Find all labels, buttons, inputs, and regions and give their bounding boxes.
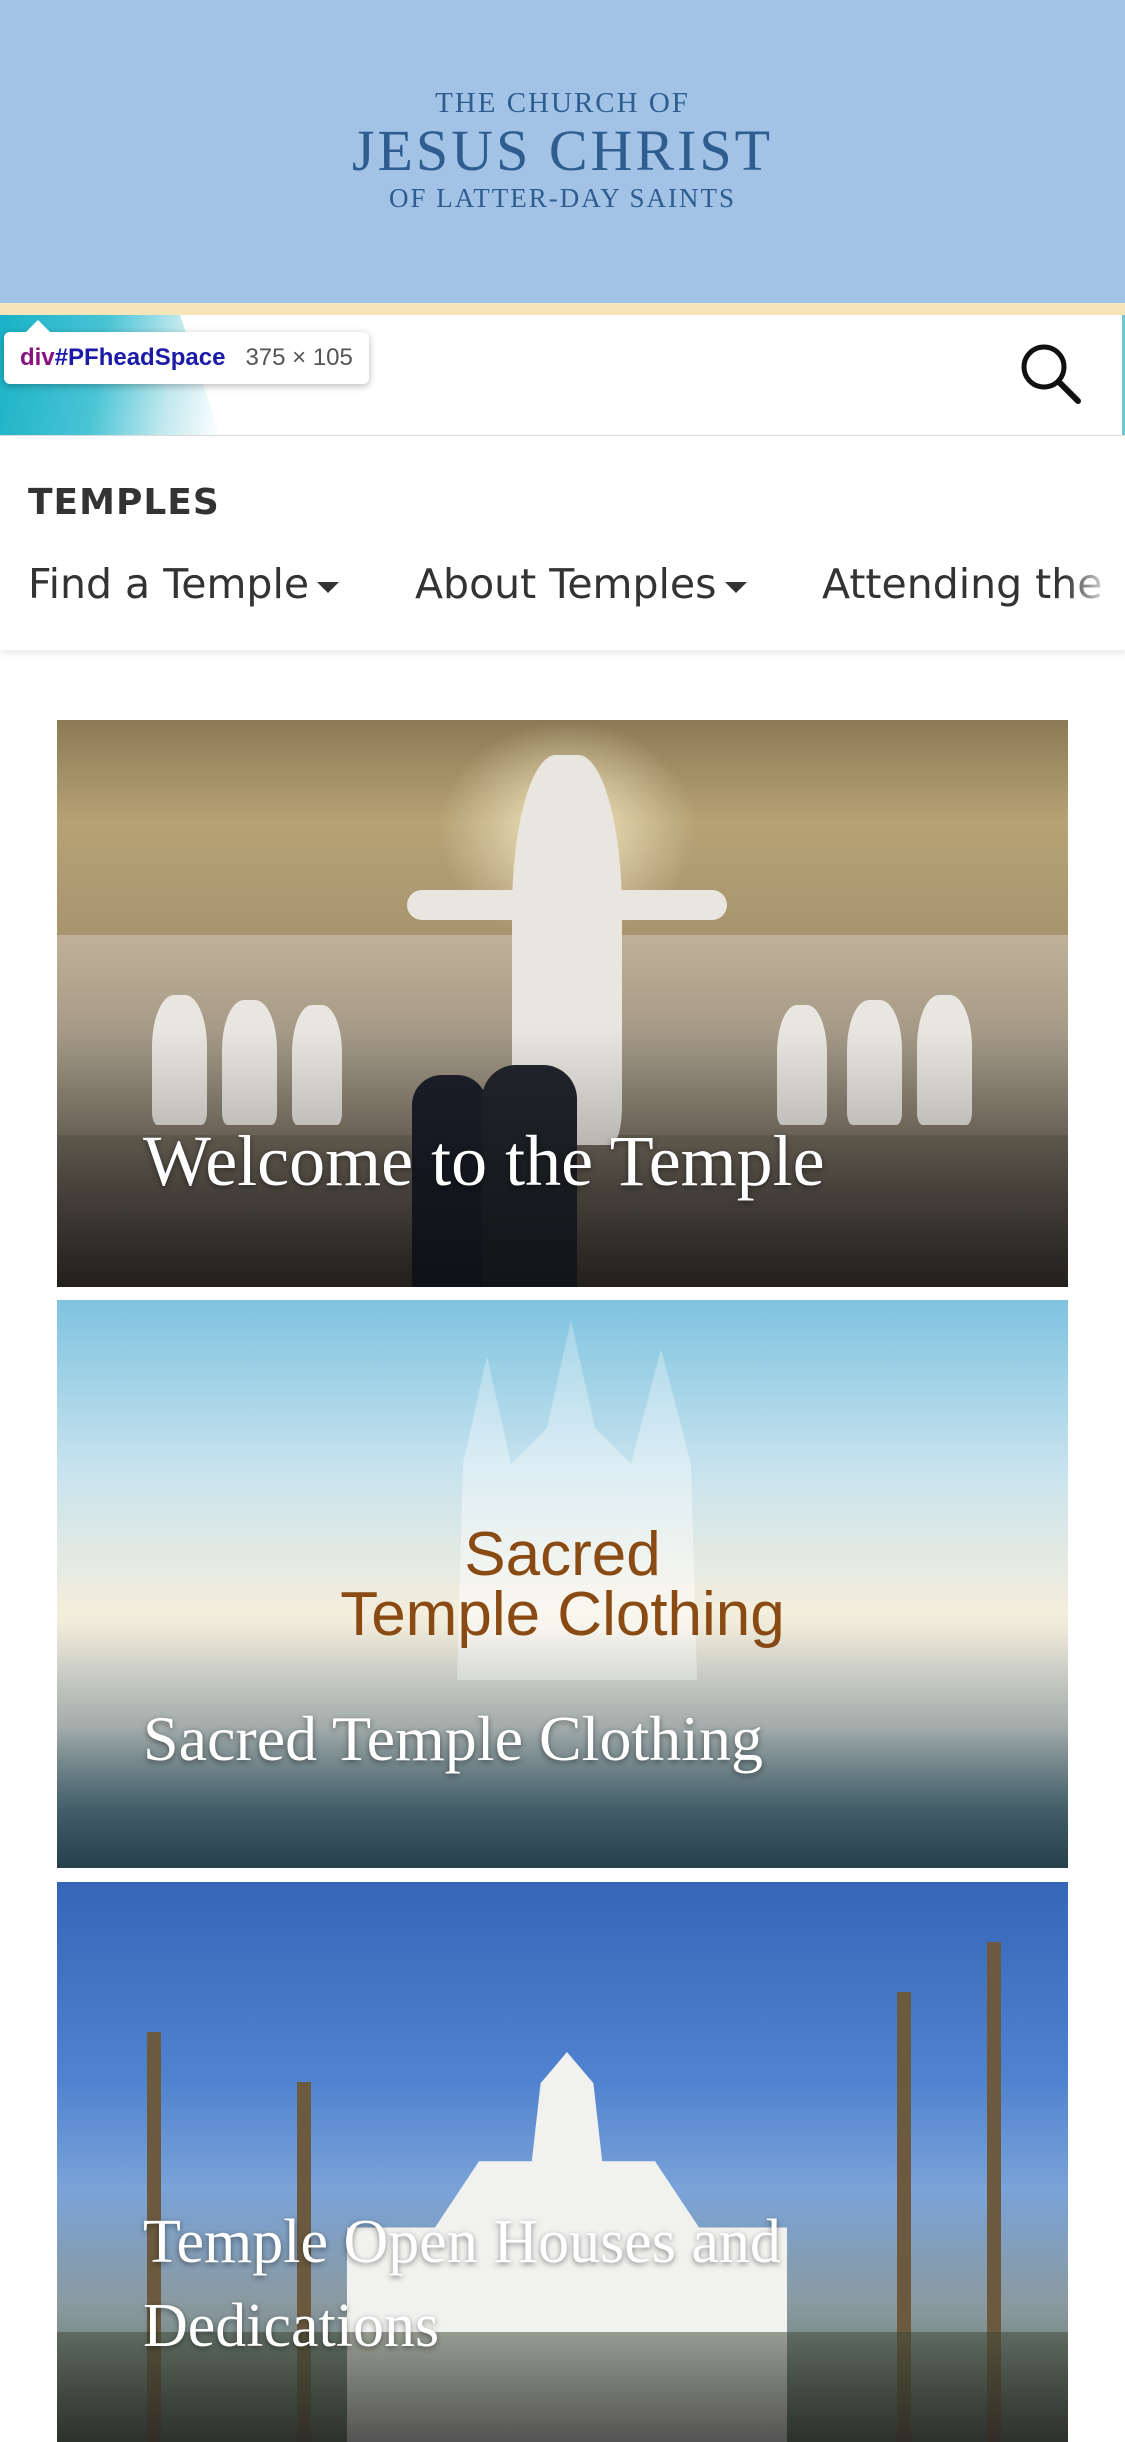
logo-line-3: OF LATTER-DAY SAINTS xyxy=(388,183,737,213)
card-title: Sacred Temple Clothing xyxy=(143,1703,763,1774)
nav-scroll-fade xyxy=(1065,546,1125,626)
caret-down-icon xyxy=(724,581,747,593)
logo-line-1: THE CHURCH OF xyxy=(435,87,690,119)
section-title[interactable]: TEMPLES xyxy=(28,482,220,523)
search-icon xyxy=(1021,344,1081,404)
church-logo[interactable]: THE CHURCH OF JESUS CHRIST OF LATTER-DAY… xyxy=(0,86,1125,214)
nav-find-a-temple[interactable]: Find a Temple xyxy=(28,560,340,608)
tooltip-id: #PFheadSpace xyxy=(54,344,226,371)
card-temple-open-houses[interactable]: Temple Open Houses and Dedications xyxy=(57,1882,1068,2442)
nav-label: Find a Temple xyxy=(28,560,310,608)
section-nav: TEMPLES Find a Temple About Temples Atte… xyxy=(0,436,1125,650)
statue-arm-left xyxy=(407,890,537,920)
card-welcome-to-the-temple[interactable]: Welcome to the Temple xyxy=(57,720,1068,1287)
nav-label: About Temples xyxy=(415,560,717,608)
logo-line-2: JESUS CHRIST xyxy=(351,118,774,183)
header-divider xyxy=(0,303,1125,315)
card-title: Temple Open Houses and Dedications xyxy=(143,2208,781,2360)
card-sacred-temple-clothing[interactable]: Sacred Temple Clothing Sacred Temple Clo… xyxy=(57,1300,1068,1868)
tooltip-dimensions: 375 × 105 xyxy=(245,344,353,371)
inspector-tooltip: div #PFheadSpace 375 × 105 xyxy=(4,320,369,384)
video-title-graphic: Sacred Temple Clothing xyxy=(57,1520,1068,1646)
tooltip-tag: div xyxy=(20,344,55,371)
caret-down-icon xyxy=(317,581,340,593)
statue-arm-right xyxy=(597,890,727,920)
site-header: THE CHURCH OF JESUS CHRIST OF LATTER-DAY… xyxy=(0,0,1125,303)
graphic-line-1: Sacred xyxy=(464,1520,661,1589)
search-button[interactable] xyxy=(1016,339,1086,409)
card-title: Welcome to the Temple xyxy=(143,1121,825,1201)
nav-about-temples[interactable]: About Temples xyxy=(415,560,747,608)
